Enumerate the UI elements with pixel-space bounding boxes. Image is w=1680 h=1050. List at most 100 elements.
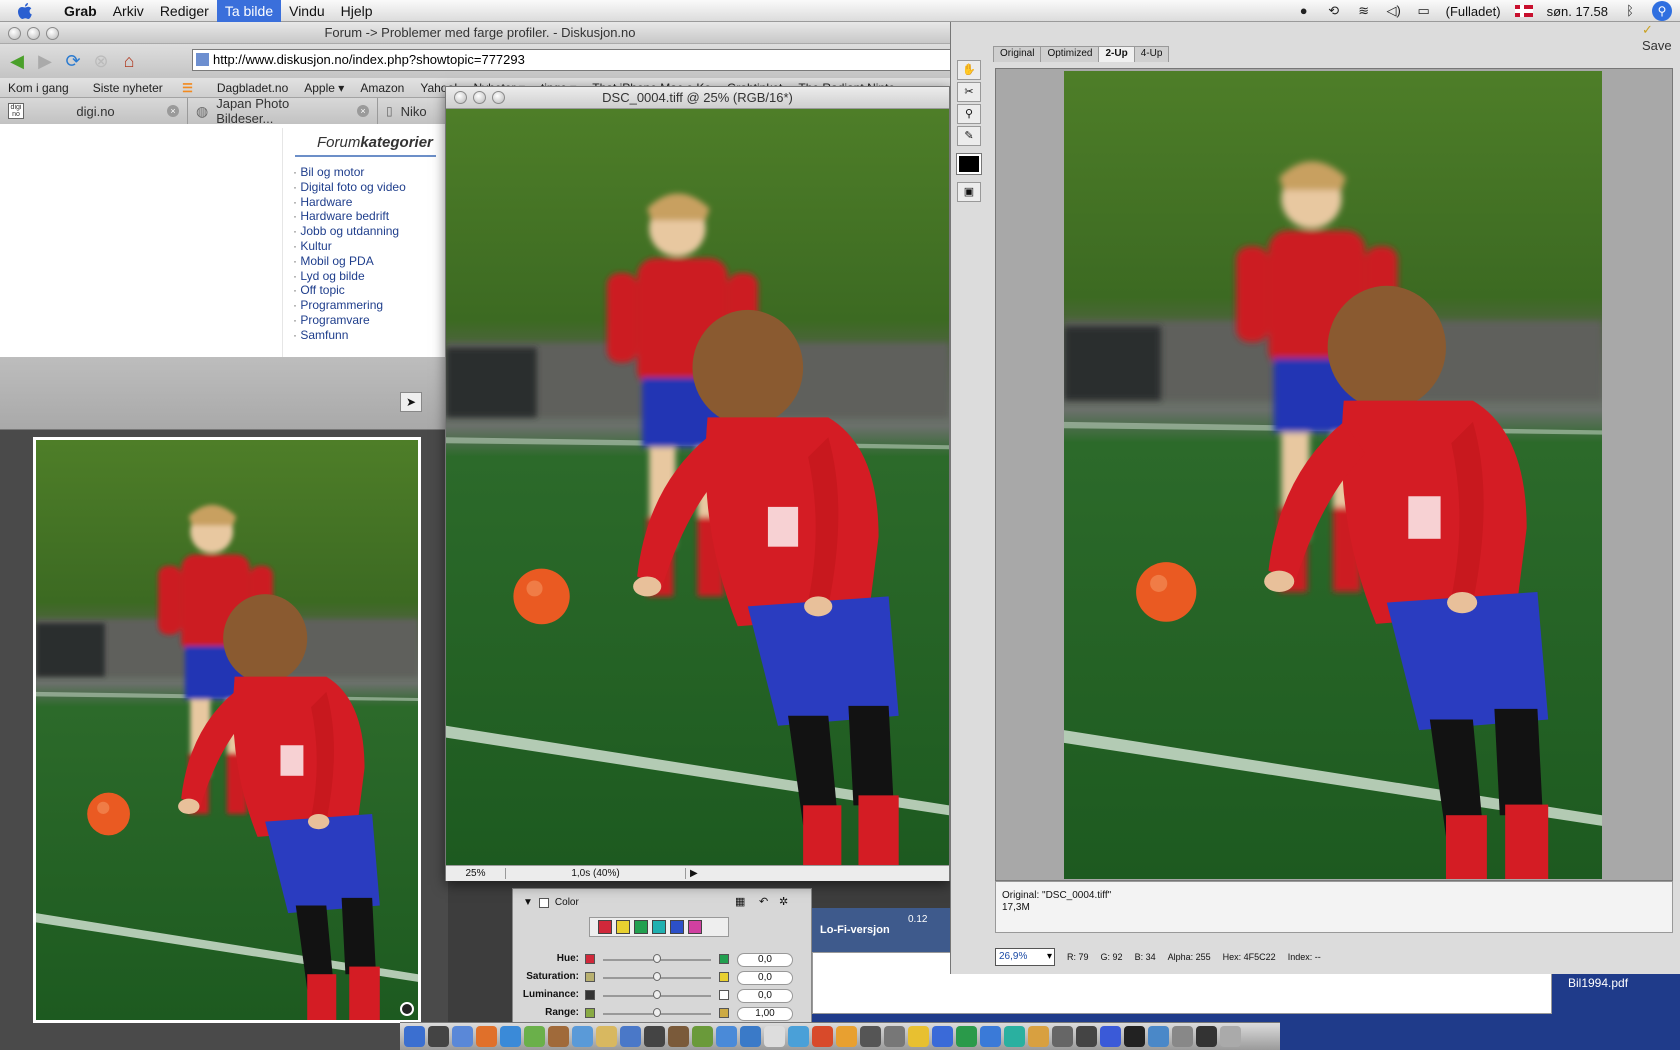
forum-link[interactable]: Jobb og utdanning	[283, 224, 442, 239]
dock-app-icon[interactable]	[1220, 1026, 1241, 1047]
image-preview[interactable]	[33, 437, 421, 1023]
spotlight-search-icon[interactable]: ⚲	[1652, 1, 1672, 21]
dock-app-icon[interactable]	[908, 1026, 929, 1047]
color-enable-checkbox[interactable]	[538, 897, 549, 908]
document-zoom[interactable]: 25%	[446, 868, 506, 879]
dock-app-icon[interactable]	[716, 1026, 737, 1047]
menu-vindu[interactable]: Vindu	[281, 0, 333, 22]
apple-menu-icon[interactable]	[14, 0, 36, 22]
zoom-tool-icon[interactable]: ⚲	[957, 104, 981, 124]
dock-app-icon[interactable]	[548, 1026, 569, 1047]
dock-app-icon[interactable]	[956, 1026, 977, 1047]
gear-icon[interactable]: ✲	[779, 895, 788, 908]
bookmark-item[interactable]: Kom i gang	[0, 81, 77, 95]
battery-status[interactable]: (Fulladet)	[1446, 4, 1501, 19]
dock-app-icon[interactable]	[836, 1026, 857, 1047]
dock-app-icon[interactable]	[476, 1026, 497, 1047]
dock-app-icon[interactable]	[1004, 1026, 1025, 1047]
dock-app-icon[interactable]	[620, 1026, 641, 1047]
zoom-select[interactable]: 26,9%	[995, 948, 1055, 966]
battery-icon[interactable]: ▭	[1416, 4, 1432, 18]
forum-link[interactable]: Programmering	[283, 298, 442, 313]
dock-app-icon[interactable]	[1124, 1026, 1145, 1047]
dock-app-icon[interactable]	[1076, 1026, 1097, 1047]
dock-app-icon[interactable]	[572, 1026, 593, 1047]
dock-app-icon[interactable]	[596, 1026, 617, 1047]
tab-japan-photo[interactable]: ◍ Japan Photo Bildeser... ×	[188, 96, 378, 126]
dock-app-icon[interactable]	[812, 1026, 833, 1047]
dock-app-icon[interactable]	[500, 1026, 521, 1047]
lofi-label[interactable]: Lo-Fi-versjon	[820, 924, 890, 936]
forum-link[interactable]: Hardware	[283, 195, 442, 210]
swatch-magenta[interactable]	[688, 920, 702, 934]
dock-app-icon[interactable]	[644, 1026, 665, 1047]
eyedropper-tool-icon[interactable]: ✎	[957, 126, 981, 146]
dock-app-icon[interactable]	[1148, 1026, 1169, 1047]
dock-app-icon[interactable]	[404, 1026, 425, 1047]
reload-icon[interactable]: ⟳	[62, 50, 84, 72]
swatch-cyan[interactable]	[652, 920, 666, 934]
sfw-preview-area[interactable]	[995, 68, 1673, 881]
range-slider-knob[interactable]	[653, 1008, 661, 1017]
swatch-red[interactable]	[598, 920, 612, 934]
close-tab-icon[interactable]: ×	[357, 105, 369, 117]
luminance-slider-knob[interactable]	[653, 990, 661, 999]
dock-app-icon[interactable]	[452, 1026, 473, 1047]
forum-link[interactable]: Hardware bedrift	[283, 209, 442, 224]
minimize-window-button[interactable]	[27, 27, 40, 40]
disclosure-triangle-icon[interactable]: ▼	[523, 897, 533, 908]
tab-2-up[interactable]: 2-Up	[1098, 46, 1135, 62]
desktop-file-label[interactable]: Bil1994.pdf	[1568, 976, 1628, 990]
forum-link[interactable]: Programvare	[283, 313, 442, 328]
dock-app-icon[interactable]	[668, 1026, 689, 1047]
tab-digi[interactable]: digi no digi.no ×	[0, 98, 188, 124]
url-input[interactable]: http://www.diskusjon.no/index.php?showto…	[192, 49, 952, 71]
dock-app-icon[interactable]	[1172, 1026, 1193, 1047]
forward-arrow-icon[interactable]: ▶	[34, 50, 56, 72]
dock-app-icon[interactable]	[884, 1026, 905, 1047]
dock-app-icon[interactable]	[932, 1026, 953, 1047]
menu-rediger[interactable]: Rediger	[152, 0, 217, 22]
slice-select-tool-icon[interactable]: ✂	[957, 82, 981, 102]
zoom-window-button[interactable]	[46, 27, 59, 40]
bookmark-item[interactable]: Dagbladet.no	[209, 81, 296, 95]
bluetooth-icon[interactable]: ᛒ	[1622, 4, 1638, 18]
forum-link[interactable]: Kultur	[283, 239, 442, 254]
dock-app-icon[interactable]	[428, 1026, 449, 1047]
toggle-slices-icon[interactable]: ▣	[957, 182, 981, 202]
swatch-green[interactable]	[634, 920, 648, 934]
hue-value[interactable]: 0,0	[737, 953, 793, 967]
menu-arkiv[interactable]: Arkiv	[105, 0, 152, 22]
close-window-button[interactable]	[454, 91, 467, 104]
dock-app-icon[interactable]	[788, 1026, 809, 1047]
tab-optimized[interactable]: Optimized	[1040, 46, 1100, 62]
menu-hjelp[interactable]: Hjelp	[333, 0, 381, 22]
luminance-value[interactable]: 0,0	[737, 989, 793, 1003]
eyedropper-color-swatch[interactable]	[956, 153, 982, 175]
bookmark-item[interactable]: Amazon	[352, 81, 412, 95]
dock-app-icon[interactable]	[764, 1026, 785, 1047]
save-button[interactable]: ✓ Save	[1642, 22, 1680, 53]
bookmark-item[interactable]: Apple ▾	[296, 81, 352, 95]
status-user-icon[interactable]: ●	[1296, 4, 1312, 18]
viewer-corner-icon[interactable]	[400, 1002, 414, 1016]
hand-tool-icon[interactable]: ✋	[957, 60, 981, 80]
wifi-icon[interactable]: ≋	[1356, 4, 1372, 18]
hue-slider-knob[interactable]	[653, 954, 661, 963]
soccer-photo-document[interactable]	[446, 109, 949, 865]
dock-app-icon[interactable]	[1196, 1026, 1217, 1047]
reset-icon[interactable]: ↶	[759, 895, 768, 908]
saturation-slider-knob[interactable]	[653, 972, 661, 981]
close-window-button[interactable]	[8, 27, 21, 40]
back-arrow-icon[interactable]: ◀	[6, 50, 28, 72]
tab-4-up[interactable]: 4-Up	[1133, 46, 1170, 62]
forum-link[interactable]: Bil og motor	[283, 165, 442, 180]
swatch-blue[interactable]	[670, 920, 684, 934]
dock-app-icon[interactable]	[1052, 1026, 1073, 1047]
saturation-value[interactable]: 0,0	[737, 971, 793, 985]
zoom-window-button[interactable]	[492, 91, 505, 104]
pointer-tool-icon[interactable]: ➤	[400, 392, 422, 412]
forum-link[interactable]: Lyd og bilde	[283, 269, 442, 284]
forum-link[interactable]: Samfunn	[283, 328, 442, 343]
forum-link[interactable]: Off topic	[283, 283, 442, 298]
